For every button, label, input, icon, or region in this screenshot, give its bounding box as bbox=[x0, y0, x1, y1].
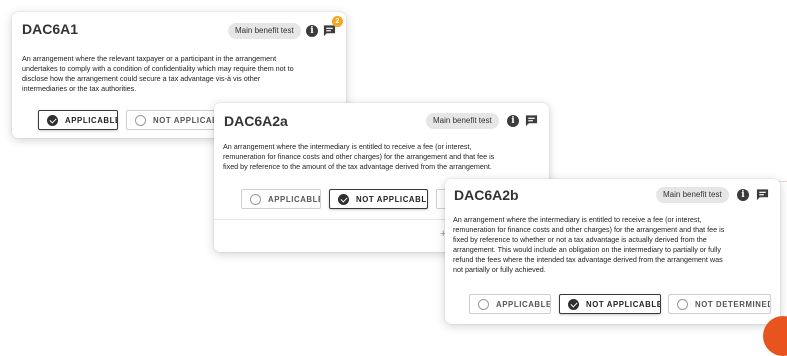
option-label: APPLICABLE bbox=[496, 299, 551, 309]
radio-circle-icon bbox=[135, 114, 146, 126]
not-applicable-option[interactable]: NOT APPLICABLE bbox=[329, 189, 428, 209]
checked-circle-icon bbox=[338, 193, 349, 205]
description-line: An arrangement where the intermediary is… bbox=[453, 215, 702, 224]
main-benefit-test-tag[interactable]: Main benefit test bbox=[228, 23, 301, 39]
comment-icon[interactable] bbox=[756, 188, 769, 201]
criterion-card-dac6a2b: DAC6A2b Main benefit test i An arrangeme… bbox=[445, 179, 780, 324]
description-line: remuneration for finance costs and other… bbox=[223, 152, 495, 161]
option-label: NOT DETERMINED bbox=[695, 299, 771, 309]
info-icon[interactable]: i bbox=[737, 189, 749, 201]
option-label: APPLICABLE bbox=[268, 194, 321, 204]
description-line: An arrangement where the relevant taxpay… bbox=[22, 54, 277, 63]
radio-circle-icon bbox=[677, 298, 688, 310]
not-applicable-option[interactable]: NOT APPLICABLE bbox=[559, 294, 661, 314]
card-title: DAC6A2b bbox=[454, 187, 519, 203]
info-icon[interactable]: i bbox=[306, 25, 318, 37]
main-benefit-test-tag[interactable]: Main benefit test bbox=[426, 113, 499, 129]
card-description: An arrangement where the relevant taxpay… bbox=[22, 54, 340, 94]
card-title: DAC6A2a bbox=[224, 113, 288, 129]
applicable-option[interactable]: APPLICABLE bbox=[241, 189, 321, 209]
description-line: not partially or fully achieved. bbox=[453, 265, 546, 274]
radio-circle-icon bbox=[250, 193, 261, 205]
description-line: fixed by reference to the amount of the … bbox=[223, 162, 492, 171]
description-line: disclose how the arrangement could secur… bbox=[22, 74, 261, 83]
applicable-option[interactable]: APPLICABLE bbox=[38, 110, 118, 130]
applicable-option[interactable]: APPLICABLE bbox=[469, 294, 551, 314]
radio-circle-icon bbox=[478, 298, 489, 310]
info-icon[interactable]: i bbox=[507, 115, 519, 127]
main-benefit-test-tag[interactable]: Main benefit test bbox=[656, 187, 729, 203]
description-line: refund the fees where the intended tax a… bbox=[453, 255, 723, 264]
option-label: NOT APPLICABLE bbox=[356, 194, 428, 204]
card-description: An arrangement where the intermediary is… bbox=[453, 215, 775, 275]
checked-circle-icon bbox=[47, 114, 58, 126]
description-line: fixed by reference to whether or not a t… bbox=[453, 235, 707, 244]
card-description: An arrangement where the intermediary is… bbox=[223, 142, 543, 172]
comment-icon[interactable] bbox=[525, 114, 538, 127]
description-line: intermediaries or the tax authorities. bbox=[22, 84, 137, 93]
checked-circle-icon bbox=[568, 298, 579, 310]
comment-count-badge: 2 bbox=[332, 16, 343, 27]
description-line: arrangement. This would include an oblig… bbox=[453, 245, 721, 254]
card-title: DAC6A1 bbox=[22, 21, 79, 37]
description-line: undertakes to comply with a condition of… bbox=[22, 64, 294, 73]
option-label: NOT APPLICABLE bbox=[586, 299, 661, 309]
option-label: APPLICABLE bbox=[65, 115, 118, 125]
description-line: An arrangement where the intermediary is… bbox=[223, 142, 472, 151]
not-determined-option[interactable]: NOT DETERMINED bbox=[668, 294, 771, 314]
description-line: remuneration for finance costs and other… bbox=[453, 225, 725, 234]
